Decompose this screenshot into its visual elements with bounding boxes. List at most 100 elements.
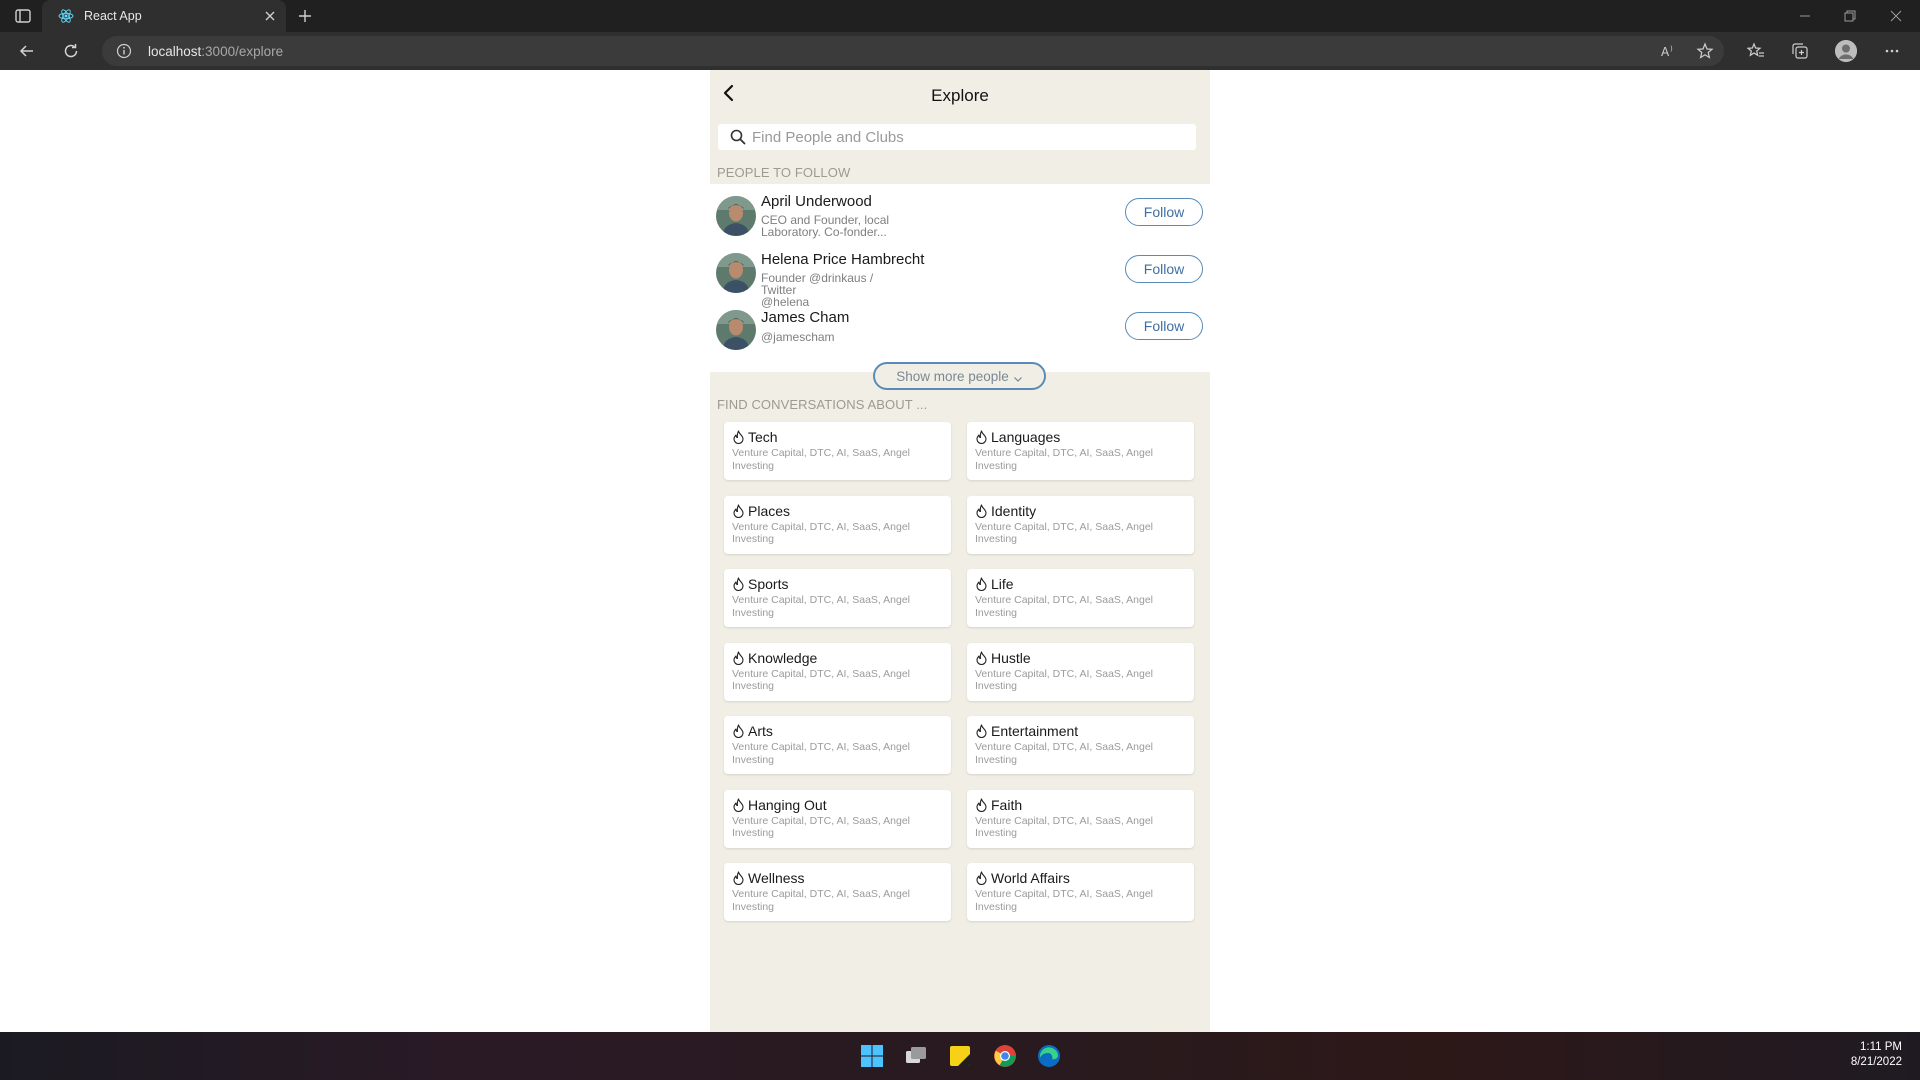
tab-actions-icon[interactable]: [14, 7, 32, 25]
back-arrow-icon[interactable]: [18, 42, 36, 60]
flame-icon: [732, 503, 745, 518]
system-clock[interactable]: 1:11 PM 8/21/2022: [1851, 1040, 1902, 1070]
minimize-icon[interactable]: [1797, 8, 1813, 24]
person-name[interactable]: April Underwood: [761, 193, 872, 210]
topic-subtitle-line: Investing: [732, 753, 775, 766]
close-tab-icon[interactable]: [262, 8, 278, 24]
follow-button[interactable]: Follow: [1125, 198, 1203, 226]
url-text: localhost:3000/explore: [148, 44, 283, 59]
favorites-icon[interactable]: [1746, 42, 1765, 60]
page-viewport: Explore PEOPLE TO FOLLOW April Underwood…: [0, 70, 1920, 1032]
topic-title: Life: [991, 576, 1014, 592]
topic-subtitle-line: Investing: [732, 533, 775, 545]
windows-taskbar: 1:11 PM 8/21/2022: [0, 1032, 1920, 1080]
restore-icon[interactable]: [1842, 8, 1858, 24]
browser-tab-active[interactable]: React App: [42, 0, 286, 32]
flame-icon: [732, 871, 745, 886]
task-view-icon[interactable]: [904, 1044, 928, 1068]
topic-subtitle: Venture Capital, DTC, AI, SaaS, Angel Inv…: [732, 521, 932, 546]
topic-subtitle-line: Investing: [975, 753, 1018, 766]
close-window-icon[interactable]: [1888, 8, 1904, 24]
topics-section-title: FIND CONVERSATIONS ABOUT ...: [717, 397, 928, 412]
topic-subtitle-line: Investing: [732, 680, 775, 692]
topic-subtitle-line: Venture Capital, DTC, AI, SaaS, Angel: [975, 594, 1154, 606]
topic-card[interactable]: Faith Venture Capital, DTC, AI, SaaS, Ang…: [967, 789, 1194, 848]
site-info-icon[interactable]: [116, 43, 132, 59]
avatar[interactable]: [716, 253, 756, 293]
add-favorite-icon[interactable]: [1696, 42, 1714, 60]
person-name[interactable]: Helena Price Hambrecht: [761, 251, 924, 268]
person-row: James Cham @jamescham Follow: [710, 298, 1210, 354]
follow-button[interactable]: Follow: [1125, 255, 1203, 283]
topic-card[interactable]: Knowledge Venture Capital, DTC, AI, SaaS,…: [724, 642, 951, 701]
topic-card[interactable]: World Affairs Venture Capital, DTC, AI, S…: [967, 863, 1194, 921]
react-logo-icon: [58, 8, 74, 24]
flame-icon: [975, 650, 988, 665]
refresh-icon[interactable]: [62, 42, 80, 60]
topic-subtitle: Venture Capital, DTC, AI, SaaS, Angel Inv…: [732, 888, 932, 913]
flame-icon: [975, 430, 988, 445]
person-row: April Underwood CEO and Founder, local L…: [710, 184, 1210, 240]
read-aloud-icon[interactable]: A): [1660, 42, 1678, 60]
flame-icon: [975, 797, 988, 812]
tab-title: React App: [84, 9, 142, 23]
flame-icon: [732, 650, 745, 665]
topic-card[interactable]: Wellness Venture Capital, DTC, AI, SaaS, …: [724, 863, 951, 921]
profile-avatar-icon[interactable]: [1835, 40, 1857, 62]
topic-subtitle-line: Venture Capital, DTC, AI, SaaS, Angel: [732, 741, 911, 753]
person-bio-line: Laboratory. Co-fonder...: [761, 225, 887, 239]
people-section-title: PEOPLE TO FOLLOW: [717, 165, 851, 180]
more-options-icon[interactable]: [1883, 42, 1901, 60]
topic-subtitle-line: Venture Capital, DTC, AI, SaaS, Angel: [732, 594, 911, 606]
browser-tab-bar: React App: [0, 0, 1920, 32]
show-more-people-button[interactable]: Show more people: [873, 362, 1046, 390]
topic-card[interactable]: Hanging Out Venture Capital, DTC, AI, Saa…: [724, 789, 951, 848]
topic-subtitle: Venture Capital, DTC, AI, SaaS, Angel Inv…: [732, 447, 932, 472]
person-bio: CEO and Founder, local Laboratory. Co-fo…: [761, 214, 911, 238]
topic-subtitle: Venture Capital, DTC, AI, SaaS, Angel Inv…: [732, 668, 932, 693]
topic-subtitle-line: Venture Capital, DTC, AI, SaaS, Angel: [732, 814, 911, 827]
address-bar[interactable]: localhost:3000/explore: [102, 36, 1724, 66]
topic-card[interactable]: Tech Venture Capital, DTC, AI, SaaS, Ange…: [724, 422, 951, 480]
topic-subtitle-line: Venture Capital, DTC, AI, SaaS, Angel: [975, 814, 1154, 827]
topic-subtitle: Venture Capital, DTC, AI, SaaS, Angel Inv…: [975, 815, 1175, 840]
collections-icon[interactable]: [1791, 42, 1809, 60]
flame-icon: [975, 871, 988, 886]
person-bio-line: Founder @drinkaus / Twitter: [761, 271, 874, 297]
topic-card[interactable]: Sports Venture Capital, DTC, AI, SaaS, An…: [724, 569, 951, 627]
chrome-icon[interactable]: [993, 1044, 1017, 1068]
topic-subtitle-line: Venture Capital, DTC, AI, SaaS, Angel: [732, 667, 911, 680]
topic-title: Languages: [991, 429, 1061, 445]
topic-subtitle-line: Investing: [975, 606, 1018, 619]
topic-card[interactable]: Identity Venture Capital, DTC, AI, SaaS, …: [967, 495, 1194, 554]
avatar[interactable]: [716, 196, 756, 236]
topic-title: Sports: [748, 576, 789, 592]
topic-subtitle-line: Venture Capital, DTC, AI, SaaS, Angel: [975, 520, 1154, 533]
topic-card[interactable]: Hustle Venture Capital, DTC, AI, SaaS, An…: [967, 642, 1194, 701]
topic-subtitle-line: Investing: [732, 606, 775, 619]
sticky-notes-icon[interactable]: [948, 1044, 972, 1068]
topic-card[interactable]: Arts Venture Capital, DTC, AI, SaaS, Ange…: [724, 716, 951, 774]
browser-toolbar: localhost:3000/explore A): [0, 32, 1920, 70]
new-tab-icon[interactable]: [296, 7, 314, 25]
follow-button[interactable]: Follow: [1125, 312, 1203, 340]
topic-subtitle-line: Investing: [975, 459, 1018, 472]
topic-card[interactable]: Places Venture Capital, DTC, AI, SaaS, An…: [724, 495, 951, 554]
topic-subtitle: Venture Capital, DTC, AI, SaaS, Angel Inv…: [732, 815, 932, 840]
topic-card[interactable]: Entertainment Venture Capital, DTC, AI, S…: [967, 716, 1194, 774]
person-name[interactable]: James Cham: [761, 309, 849, 326]
windows-start-icon[interactable]: [860, 1044, 884, 1068]
chevron-down-icon: [1013, 372, 1023, 382]
url-host: localhost: [148, 44, 202, 59]
edge-icon[interactable]: [1037, 1044, 1061, 1068]
topic-subtitle-line: Venture Capital, DTC, AI, SaaS, Angel: [975, 447, 1154, 459]
search-input[interactable]: [752, 124, 1182, 150]
topic-title: Places: [748, 502, 791, 519]
flame-icon: [732, 577, 745, 592]
topic-subtitle-line: Investing: [975, 900, 1018, 913]
topic-subtitle-line: Venture Capital, DTC, AI, SaaS, Angel: [732, 520, 911, 533]
topic-card[interactable]: Languages Venture Capital, DTC, AI, SaaS,…: [967, 422, 1194, 480]
avatar[interactable]: [716, 310, 756, 350]
topic-subtitle-line: Investing: [732, 900, 775, 913]
topic-card[interactable]: Life Venture Capital, DTC, AI, SaaS, Ange…: [967, 569, 1194, 627]
